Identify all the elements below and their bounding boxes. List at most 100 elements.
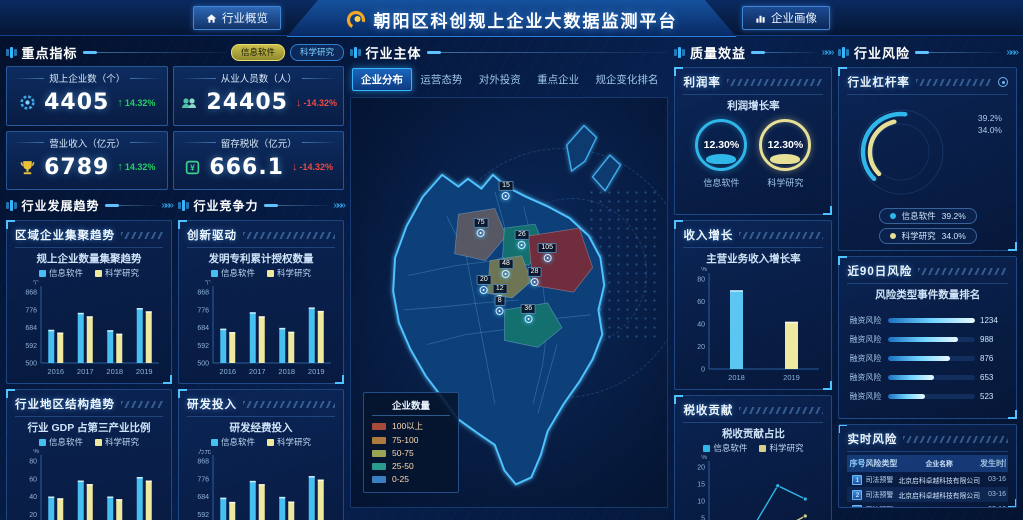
- section-title: 重点指标: [22, 43, 78, 62]
- chart-title: 行业 GDP 占第三产业比例: [15, 420, 163, 435]
- risk-bar-row[interactable]: 融资风险988: [849, 334, 1006, 345]
- section-title: 质量效益: [690, 43, 746, 62]
- svg-text:%: %: [702, 267, 708, 273]
- legend-swatch: [372, 423, 386, 430]
- nav-industry-overview-button[interactable]: 行业概览: [193, 6, 281, 30]
- section-title: 行业风险: [854, 43, 910, 62]
- map-marker[interactable]: 28: [527, 267, 542, 286]
- metric-filters: 信息软件 科学研究: [231, 44, 344, 61]
- district-map[interactable]: 15752610548282012836 企业数量 100以上 75-100 5…: [350, 97, 668, 508]
- svg-text:592: 592: [197, 343, 209, 350]
- stat-value: 4405: [44, 90, 109, 115]
- hatch-decoration: [243, 232, 335, 239]
- nav-left-label: 行业概览: [222, 10, 268, 26]
- stat-label: 从业人员数（人）: [221, 71, 297, 85]
- map-marker[interactable]: 8: [494, 296, 505, 315]
- risk-bar-row[interactable]: 融资风险653: [849, 372, 1006, 383]
- gear-icon: [19, 94, 36, 111]
- risk-bar-row[interactable]: 融资风险523: [849, 391, 1006, 402]
- filter-science-research[interactable]: 科学研究: [290, 44, 344, 61]
- hatch-decoration: [727, 79, 824, 86]
- map-legend: 企业数量 100以上 75-100 50-75 25-50 0-25: [363, 392, 459, 493]
- risk-bar-row[interactable]: 融资风险876: [849, 353, 1006, 364]
- chart-title: 规上企业数量集聚趋势: [15, 251, 163, 266]
- more-arrow[interactable]: »»»: [822, 47, 833, 58]
- legend-swatch: [759, 445, 766, 452]
- tab-enterprise-distribution[interactable]: 企业分布: [352, 68, 412, 91]
- svg-text:868: 868: [197, 290, 209, 297]
- tab-key-enterprises[interactable]: 重点企业: [529, 69, 587, 90]
- card-region-cluster: 区域企业集聚趋势 规上企业数量集聚趋势 信息软件 科学研究 5005926847…: [6, 220, 172, 384]
- more-arrow[interactable]: »»»: [161, 200, 172, 211]
- money-icon: ¥: [184, 159, 201, 176]
- map-marker[interactable]: 15: [499, 181, 514, 200]
- stat-cards: 规上企业数（个） 4405 ↑14.32% 从业人员数（人） 24405 ↓-1…: [6, 66, 344, 190]
- platform-logo-icon: [346, 10, 366, 30]
- tab-operation-status[interactable]: 运营态势: [412, 69, 470, 90]
- svg-text:684: 684: [197, 325, 209, 332]
- card-title: 利润率: [683, 74, 721, 90]
- filter-info-software[interactable]: 信息软件: [231, 44, 285, 61]
- more-arrow[interactable]: »»»: [333, 200, 344, 211]
- stat-card-tax[interactable]: 留存税收（亿元） ¥ 666.1 ↓-14.32%: [173, 131, 344, 191]
- chart-title: 风险类型事件数量排名: [847, 287, 1008, 302]
- svg-text:2019: 2019: [308, 367, 325, 376]
- map-marker[interactable]: 105: [538, 243, 557, 262]
- table-header-row: 序号 风险类型 企业名称 发生时间: [847, 455, 1008, 472]
- map-marker[interactable]: 48: [499, 259, 514, 278]
- hatch-decoration: [739, 232, 823, 239]
- nav-right-label: 企业画像: [771, 10, 817, 26]
- map-tabs: 企业分布 运营态势 对外投资 重点企业 规企变化排名: [350, 67, 668, 92]
- section-bars-icon: [350, 47, 361, 58]
- leverage-legend: 信息软件39.2% 科学研究34.0%: [847, 208, 1008, 244]
- risk-section: 行业风险 »»» 行业杠杆率 39.2% 34.0% 信息软件39.2% 科学研…: [838, 42, 1017, 508]
- hatch-decoration: [903, 436, 1008, 443]
- table-row[interactable]: 1司法预警北京启科卓越科技有限公司03-16: [847, 472, 1008, 487]
- pin-icon: [531, 278, 539, 286]
- section-title: 行业发展趋势: [22, 197, 100, 214]
- down-arrow-icon: ↓: [296, 97, 302, 109]
- map-marker[interactable]: 75: [473, 218, 488, 237]
- section-bars-icon: [838, 47, 849, 58]
- chart-legend: 信息软件 科学研究: [15, 436, 163, 448]
- card-title: 创新驱动: [187, 227, 237, 243]
- legend-swatch: [95, 439, 102, 446]
- table-row[interactable]: 3司法预警北京启科卓越科技有限公司03-16: [847, 502, 1008, 508]
- legend-dot: [890, 233, 896, 239]
- down-arrow-icon: ↓: [292, 161, 298, 173]
- risk-bar-row[interactable]: 融资风险1234: [849, 315, 1006, 326]
- map-marker[interactable]: 20: [476, 275, 491, 294]
- pin-icon: [524, 315, 532, 323]
- page-title: 朝阳区科创规上企业大数据监测平台: [346, 7, 678, 32]
- card-title: 研发投入: [187, 396, 237, 412]
- stat-card-revenue[interactable]: 营业收入（亿元） 6789 ↑14.32%: [6, 131, 168, 191]
- map-marker[interactable]: 26: [514, 230, 529, 249]
- liquid-gauge: 12.30%: [695, 119, 747, 171]
- legend-swatch: [95, 270, 102, 277]
- people-icon: [180, 95, 198, 111]
- hatch-decoration: [243, 401, 335, 408]
- table-row[interactable]: 2司法预警北京启科卓越科技有限公司03-16: [847, 487, 1008, 502]
- cluster-bar-chart: 500592684776868个2016201720182019: [15, 280, 163, 377]
- tab-outbound-investment[interactable]: 对外投资: [471, 69, 529, 90]
- chart-title: 发明专利累计授权数量: [187, 251, 335, 266]
- info-icon[interactable]: [998, 77, 1008, 87]
- map-legend-title: 企业数量: [372, 398, 450, 416]
- liquid-gauge: 12.30%: [759, 119, 811, 171]
- dashboard-body: 重点指标 信息软件 科学研究 规上企业数（个） 4405 ↑14.32%: [0, 36, 1023, 514]
- section-bars-icon: [674, 47, 685, 58]
- svg-text:80: 80: [698, 277, 706, 284]
- svg-text:500: 500: [197, 361, 209, 368]
- tab-change-ranking[interactable]: 规企变化排名: [587, 69, 666, 90]
- gauge-science-research: 12.30% 科学研究: [759, 119, 811, 189]
- stat-card-employees[interactable]: 从业人员数（人） 24405 ↓-14.32%: [173, 66, 344, 126]
- svg-text:2017: 2017: [77, 367, 94, 376]
- nav-enterprise-profile-button[interactable]: 企业画像: [742, 6, 830, 30]
- map-marker[interactable]: 36: [521, 304, 536, 323]
- key-metrics-header: 重点指标 信息软件 科学研究: [6, 42, 344, 62]
- chart-legend: 信息软件 科学研究: [15, 267, 163, 279]
- more-arrow[interactable]: »»»: [1006, 47, 1017, 58]
- section-bars-icon: [178, 200, 189, 211]
- legend-item: 25-50: [372, 461, 450, 471]
- stat-card-enterprises[interactable]: 规上企业数（个） 4405 ↑14.32%: [6, 66, 168, 126]
